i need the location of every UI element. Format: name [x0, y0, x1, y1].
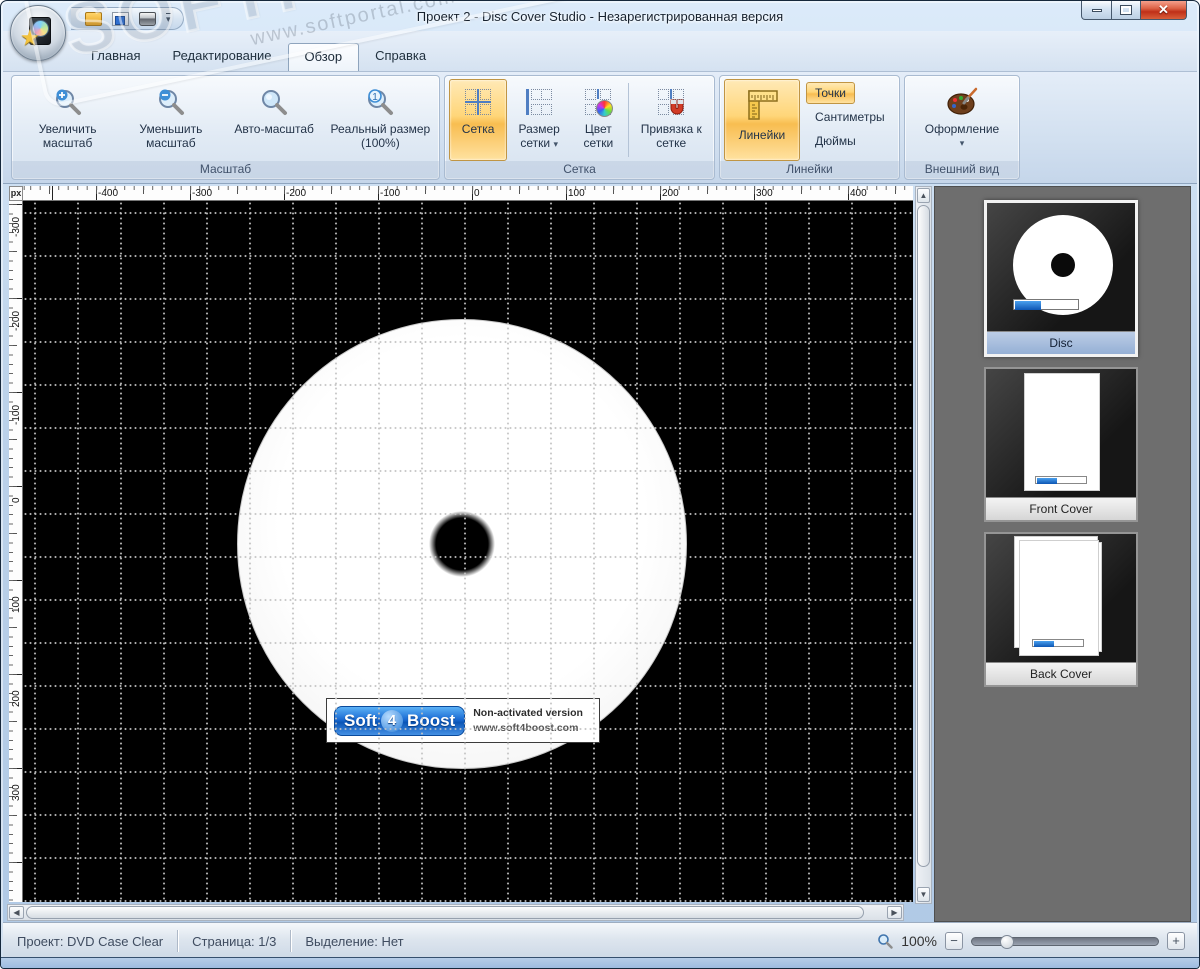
zoom-out-icon	[156, 85, 186, 119]
window-frame-bottom	[1, 957, 1199, 968]
zoom-slider[interactable]	[971, 937, 1159, 946]
grid-color-button[interactable]: Цвет сетки	[571, 79, 625, 161]
palette-icon	[945, 85, 979, 119]
zoom-controls: 100% − +	[877, 923, 1185, 959]
status-page: Страница: 1/3	[178, 934, 290, 949]
trial-watermark-line1: Non-activated version	[473, 706, 583, 720]
ribbon-group-zoom: Увеличить масштаб Уменьшить масштаб Авто…	[11, 75, 440, 180]
app-window: Проект 2 - Disc Cover Studio - Незарегис…	[0, 0, 1200, 969]
save-icon[interactable]	[112, 12, 129, 26]
tab-glavnaya[interactable]: Главная	[75, 43, 156, 71]
front-cover-thumbnail-image	[986, 369, 1136, 497]
tab-redaktirovanie[interactable]: Редактирование	[156, 43, 287, 71]
horizontal-ruler: -400 -300 -200 -100 0 100 200 300 400	[23, 186, 913, 201]
appearance-dropdown-icon: ▾	[960, 139, 965, 148]
zoom-out-step-button[interactable]: −	[945, 932, 963, 950]
window-controls: ✕	[1081, 1, 1187, 20]
group-label-rulers: Линейки	[720, 161, 899, 179]
ribbon-group-appearance: Оформление ▾ Внешний вид	[904, 75, 1020, 180]
trial-watermark-line2: www.soft4boost.com	[473, 721, 583, 735]
app-icon: ★	[23, 17, 53, 49]
qat-dropdown-icon[interactable]: ▾	[166, 13, 171, 24]
ruler-unit-indicator[interactable]: px	[9, 186, 23, 201]
tab-obzor[interactable]: Обзор	[288, 43, 360, 71]
horizontal-scroll-thumb[interactable]	[26, 906, 864, 919]
application-menu-button[interactable]: ★	[10, 5, 66, 61]
grid-size-dropdown-icon: ▾	[553, 139, 558, 149]
status-bar: Проект: DVD Case Clear Страница: 1/3 Выд…	[3, 922, 1197, 959]
zoom-in-step-button[interactable]: +	[1167, 932, 1185, 950]
scroll-left-icon[interactable]: ◀	[9, 906, 24, 919]
ribbon-group-grid: Сетка Размер сетки ▾	[444, 75, 715, 180]
zoom-out-button[interactable]: Уменьшить масштаб	[120, 79, 222, 161]
svg-text:1: 1	[373, 92, 379, 103]
group-label-grid: Сетка	[445, 161, 714, 179]
grid-toggle-button[interactable]: Сетка	[449, 79, 507, 161]
print-icon[interactable]	[139, 12, 156, 26]
ribbon-group-rulers: Линейки Точки Сантиметры Дюймы Линейки	[719, 75, 900, 180]
grid-size-button[interactable]: Размер сетки ▾	[507, 79, 571, 161]
scroll-up-icon[interactable]: ▲	[917, 188, 930, 203]
grid-color-icon	[585, 85, 611, 119]
trial-watermark-box: Soft4Boost Non-activated version www.sof…	[326, 698, 600, 743]
soft4boost-logo: Soft4Boost	[334, 706, 465, 736]
minimize-button[interactable]	[1081, 1, 1112, 20]
scroll-right-icon[interactable]: ▶	[887, 906, 902, 919]
canvas-horizontal-scrollbar[interactable]: ◀ ▶	[7, 904, 904, 921]
minimize-icon	[1092, 9, 1102, 12]
grid-icon	[465, 85, 491, 119]
maximize-icon	[1121, 6, 1131, 14]
snap-to-grid-magnet-icon	[658, 85, 684, 119]
canvas-vertical-scrollbar[interactable]: ▲ ▼	[915, 186, 932, 904]
quick-access-toolbar: ▾	[71, 7, 184, 30]
zoom-magnifier-icon	[877, 933, 893, 949]
ribbon: Увеличить масштаб Уменьшить масштаб Авто…	[3, 71, 1197, 184]
page-thumbnail-front-cover[interactable]: Front Cover	[984, 367, 1138, 522]
page-label-disc: Disc	[987, 331, 1135, 354]
page-thumbnail-disc[interactable]: Disc	[984, 200, 1138, 357]
group-label-zoom: Масштаб	[12, 161, 439, 179]
pages-panel: Disc Front Cover Back Cover	[934, 186, 1191, 922]
real-size-icon: 1	[365, 85, 395, 119]
scroll-down-icon[interactable]: ▼	[917, 887, 930, 902]
group-label-appearance: Внешний вид	[905, 161, 1019, 179]
snap-to-grid-button[interactable]: Привязка к сетке	[632, 79, 710, 161]
maximize-button[interactable]	[1112, 1, 1141, 20]
vertical-ruler: -300 -200 -100 0 100 200 300	[9, 201, 23, 902]
back-cover-thumbnail-image	[986, 534, 1136, 662]
appearance-button[interactable]: Оформление ▾	[910, 79, 1014, 161]
new-project-icon[interactable]	[85, 12, 102, 26]
tab-spravka[interactable]: Справка	[359, 43, 442, 71]
ruler-units-points-button[interactable]: Точки	[806, 82, 855, 104]
zoom-in-button[interactable]: Увеличить масштаб	[17, 79, 119, 161]
page-label-back-cover: Back Cover	[986, 662, 1136, 685]
vertical-scroll-thumb[interactable]	[917, 205, 930, 867]
real-size-button[interactable]: 1 Реальный размер (100%)	[326, 79, 434, 161]
disc-thumbnail-image	[987, 203, 1135, 331]
design-canvas[interactable]: Soft4Boost Non-activated version www.sof…	[23, 201, 913, 902]
ruler-units-centimeters-button[interactable]: Сантиметры	[806, 106, 894, 128]
disc-hole	[428, 510, 496, 578]
rulers-toggle-button[interactable]: Линейки	[724, 79, 800, 161]
auto-zoom-button[interactable]: Авто-масштаб	[223, 79, 325, 161]
auto-zoom-icon	[259, 85, 289, 119]
grid-size-icon	[526, 85, 552, 119]
close-icon: ✕	[1158, 2, 1169, 18]
close-button[interactable]: ✕	[1141, 1, 1187, 20]
ruler-icon	[744, 85, 780, 125]
page-thumbnail-back-cover[interactable]: Back Cover	[984, 532, 1138, 687]
ruler-units-inches-button[interactable]: Дюймы	[806, 130, 865, 152]
zoom-slider-thumb[interactable]	[1000, 935, 1014, 949]
status-project: Проект: DVD Case Clear	[3, 934, 177, 949]
zoom-percentage: 100%	[901, 933, 937, 949]
status-selection: Выделение: Нет	[291, 934, 417, 949]
page-label-front-cover: Front Cover	[986, 497, 1136, 520]
zoom-in-icon	[53, 85, 83, 119]
ribbon-tab-row: Главная Редактирование Обзор Справка	[3, 31, 1197, 71]
